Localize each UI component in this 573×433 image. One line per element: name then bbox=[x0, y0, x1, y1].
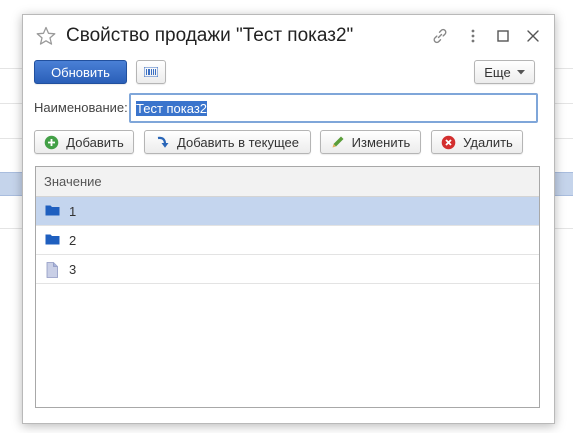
arrow-down-icon bbox=[157, 136, 169, 148]
maximize-icon[interactable] bbox=[494, 27, 512, 45]
row-value: 1 bbox=[69, 203, 77, 219]
folder-icon bbox=[45, 205, 60, 216]
add-button[interactable]: Добавить bbox=[34, 130, 134, 154]
column-header-value[interactable]: Значение bbox=[36, 167, 539, 197]
add-to-current-button[interactable]: Добавить в текущее bbox=[144, 130, 311, 154]
name-label: Наименование: bbox=[34, 100, 128, 115]
table-row[interactable]: 1 bbox=[36, 197, 539, 226]
folder-icon bbox=[45, 234, 60, 245]
plus-circle-icon bbox=[44, 135, 59, 149]
add-button-label: Добавить bbox=[66, 134, 124, 150]
more-button-label: Еще bbox=[484, 64, 511, 80]
edit-button[interactable]: Изменить bbox=[320, 130, 421, 154]
more-vertical-icon[interactable] bbox=[464, 27, 482, 45]
barcode-button[interactable] bbox=[136, 60, 166, 84]
row-value: 3 bbox=[69, 261, 77, 277]
table-row[interactable]: 3 bbox=[36, 255, 539, 284]
property-dialog: Свойство продажи "Тест показ2" Обновить bbox=[22, 14, 555, 424]
close-icon[interactable] bbox=[524, 27, 542, 45]
name-input[interactable]: Тест показ2 bbox=[136, 101, 208, 116]
delete-circle-icon bbox=[441, 135, 456, 149]
values-table[interactable]: Значение 1 2 3 bbox=[35, 166, 540, 408]
barcode-icon bbox=[144, 67, 158, 77]
link-icon[interactable] bbox=[431, 27, 449, 45]
dialog-title: Свойство продажи "Тест показ2" bbox=[66, 25, 354, 46]
row-value: 2 bbox=[69, 232, 77, 248]
delete-button[interactable]: Удалить bbox=[431, 130, 523, 154]
refresh-button-label: Обновить bbox=[51, 64, 110, 80]
add-to-current-button-label: Добавить в текущее bbox=[177, 134, 299, 150]
edit-button-label: Изменить bbox=[351, 134, 411, 150]
dialog-titlebar: Свойство продажи "Тест показ2" bbox=[23, 15, 554, 59]
star-icon[interactable] bbox=[36, 26, 56, 46]
delete-button-label: Удалить bbox=[463, 134, 513, 150]
document-icon bbox=[46, 262, 58, 278]
name-field[interactable]: Тест показ2 bbox=[129, 93, 538, 123]
chevron-down-icon bbox=[516, 69, 525, 74]
more-button[interactable]: Еще bbox=[474, 60, 535, 84]
table-row[interactable]: 2 bbox=[36, 226, 539, 255]
pencil-icon bbox=[332, 136, 344, 148]
refresh-button[interactable]: Обновить bbox=[34, 60, 127, 84]
